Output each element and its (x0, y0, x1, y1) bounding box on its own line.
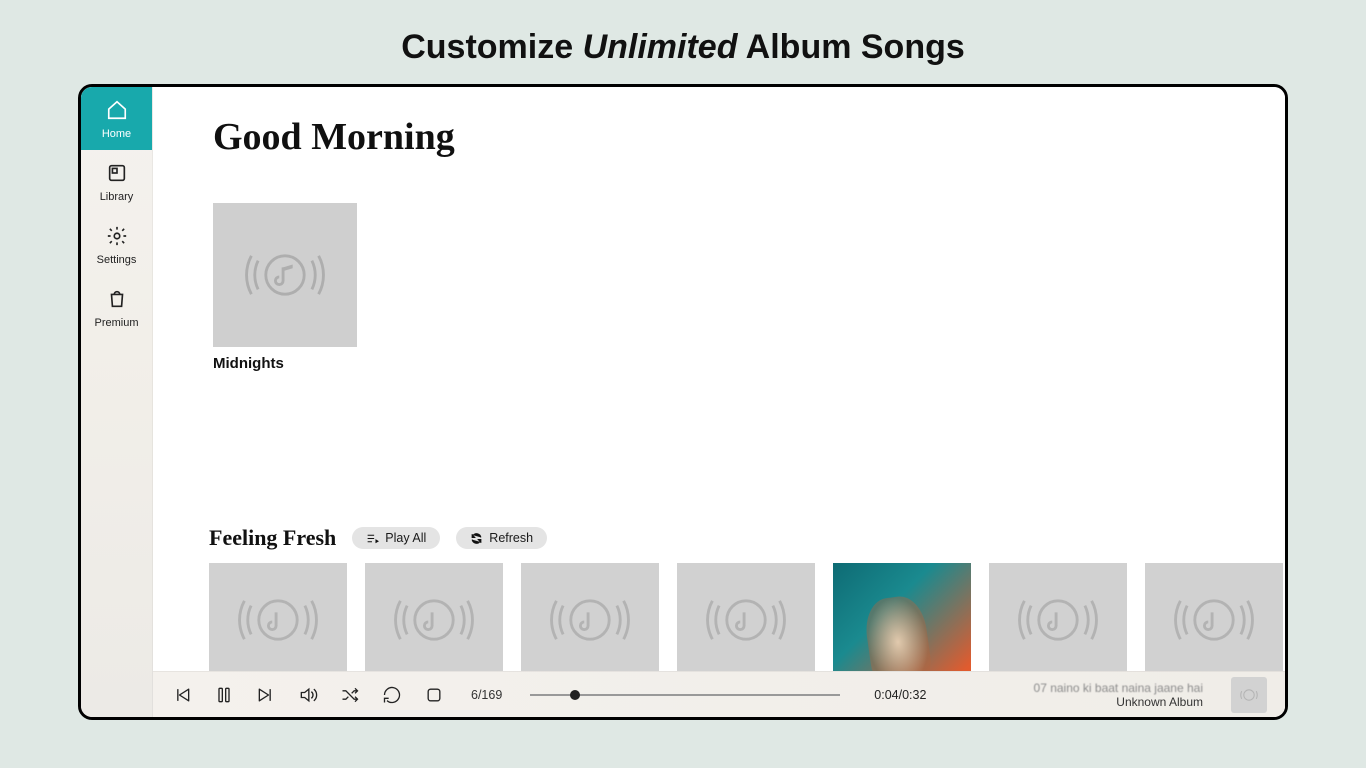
previous-button[interactable] (171, 684, 193, 706)
album-tile[interactable]: Midnights (213, 203, 357, 372)
main-content: Good Morning Midnights Feeling Fresh P (153, 87, 1285, 717)
carousel-card[interactable] (1145, 563, 1283, 677)
carousel-card[interactable] (989, 563, 1127, 677)
pause-button[interactable] (213, 684, 235, 706)
music-icon (237, 227, 333, 323)
carousel-card-featured[interactable] (833, 563, 971, 677)
repeat-button[interactable] (381, 684, 403, 706)
refresh-label: Refresh (489, 531, 533, 545)
carousel-card[interactable] (209, 563, 347, 677)
app-window: Home Library Settings Premium Good Morni… (78, 84, 1288, 720)
sidebar-item-home[interactable]: Home (81, 87, 152, 150)
sidebar-item-label: Library (100, 191, 134, 203)
sidebar-item-settings[interactable]: Settings (81, 213, 152, 276)
sidebar-item-label: Premium (94, 317, 138, 329)
now-playing-info: 07 naino ki baat naina jaane hai Unknown… (1034, 681, 1203, 709)
bag-icon (106, 288, 128, 313)
play-all-button[interactable]: Play All (352, 527, 440, 549)
volume-button[interactable] (297, 684, 319, 706)
album-art-placeholder (213, 203, 357, 347)
section-title: Feeling Fresh (209, 525, 336, 551)
playlist-icon (366, 532, 379, 545)
now-playing-title: 07 naino ki baat naina jaane hai (1034, 681, 1203, 695)
stop-button[interactable] (423, 684, 445, 706)
sidebar-item-label: Settings (97, 254, 137, 266)
sidebar: Home Library Settings Premium (81, 87, 153, 717)
progress-knob[interactable] (570, 690, 580, 700)
carousel-card[interactable] (677, 563, 815, 677)
music-icon (1236, 682, 1262, 708)
library-icon (106, 162, 128, 187)
track-counter: 6/169 (471, 688, 502, 702)
headline-post: Album Songs (737, 28, 964, 66)
now-playing-album: Unknown Album (1034, 695, 1203, 709)
time-display: 0:04/0:32 (874, 688, 926, 702)
sidebar-item-premium[interactable]: Premium (81, 276, 152, 339)
album-title: Midnights (213, 355, 357, 372)
page-headline: Customize Unlimited Album Songs (0, 0, 1366, 85)
progress-bar[interactable] (530, 694, 840, 696)
now-playing-art[interactable] (1231, 677, 1267, 713)
play-all-label: Play All (385, 531, 426, 545)
headline-italic: Unlimited (583, 28, 738, 66)
next-button[interactable] (255, 684, 277, 706)
carousel-card[interactable] (365, 563, 503, 677)
gear-icon (106, 225, 128, 250)
home-icon (106, 99, 128, 124)
sidebar-item-label: Home (102, 128, 131, 140)
section-header: Feeling Fresh Play All Refresh (209, 525, 547, 551)
carousel-card[interactable] (521, 563, 659, 677)
player-bar: 6/169 0:04/0:32 07 naino ki baat naina j… (153, 671, 1285, 717)
refresh-icon (470, 532, 483, 545)
fresh-carousel (209, 563, 1283, 677)
headline-pre: Customize (401, 28, 582, 66)
sidebar-item-library[interactable]: Library (81, 150, 152, 213)
refresh-button[interactable]: Refresh (456, 527, 547, 549)
shuffle-button[interactable] (339, 684, 361, 706)
greeting-title: Good Morning (213, 115, 455, 159)
